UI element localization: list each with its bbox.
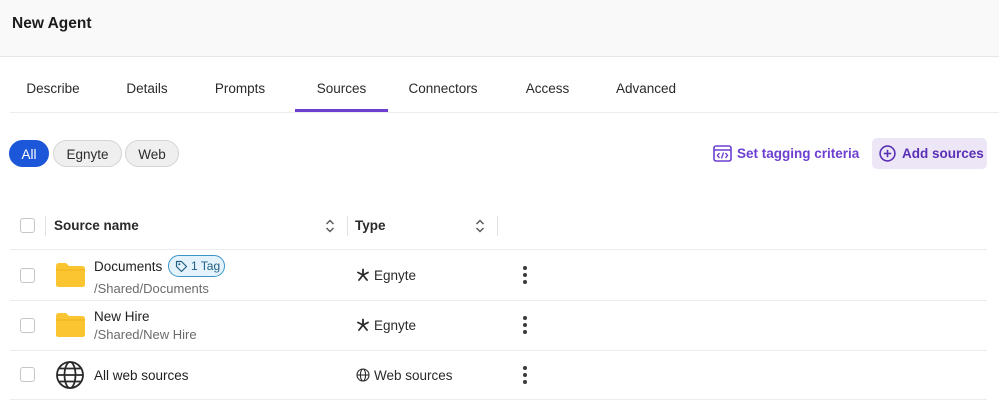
folder-icon — [56, 263, 85, 287]
source-path: /Shared/New Hire — [94, 327, 197, 342]
filter-chip-web[interactable]: Web — [125, 140, 179, 167]
row-menu-icon[interactable] — [521, 266, 529, 286]
filter-chip-all[interactable]: All — [9, 140, 49, 167]
tab-connectors[interactable]: Connectors — [394, 58, 492, 112]
globe-icon — [356, 368, 370, 382]
tab-sources[interactable]: Sources — [295, 58, 388, 112]
sort-icon[interactable] — [325, 218, 335, 234]
add-sources-button[interactable]: Add sources — [872, 138, 987, 169]
tag-badge[interactable]: 1 Tag — [168, 255, 225, 277]
column-divider — [347, 216, 348, 236]
filter-chip-egnyte[interactable]: Egnyte — [53, 140, 122, 167]
tab-details[interactable]: Details — [111, 58, 183, 112]
source-type: Web sources — [374, 368, 453, 383]
row-menu-icon[interactable] — [521, 316, 529, 336]
sort-icon[interactable] — [475, 218, 485, 234]
row-divider — [10, 350, 987, 351]
column-divider — [45, 216, 46, 236]
source-path: /Shared/Documents — [94, 281, 209, 296]
column-divider — [497, 216, 498, 236]
tag-count: 1 Tag — [191, 259, 221, 273]
set-tagging-criteria-button[interactable]: Set tagging criteria — [737, 140, 859, 168]
source-name: All web sources — [94, 368, 189, 383]
row-divider — [10, 399, 987, 400]
row-checkbox[interactable] — [20, 367, 35, 382]
column-header-type[interactable]: Type — [355, 218, 386, 233]
row-divider — [10, 249, 987, 250]
tab-describe[interactable]: Describe — [10, 58, 96, 112]
add-sources-label: Add sources — [902, 146, 984, 161]
egnyte-icon — [357, 318, 369, 331]
source-type: Egnyte — [374, 268, 417, 283]
source-name: Documents — [94, 259, 163, 274]
page-header: New Agent — [0, 0, 999, 57]
page-title: New Agent — [12, 15, 92, 32]
plus-circle-icon — [879, 145, 896, 162]
tab-access[interactable]: Access — [510, 58, 585, 112]
row-menu-icon[interactable] — [521, 366, 529, 386]
code-window-icon[interactable] — [713, 145, 732, 162]
row-checkbox[interactable] — [20, 318, 35, 333]
row-checkbox[interactable] — [20, 268, 35, 283]
tag-icon — [175, 260, 188, 273]
globe-icon — [56, 361, 84, 389]
source-type: Egnyte — [374, 318, 417, 333]
folder-icon — [56, 313, 85, 337]
source-name: New Hire — [94, 309, 150, 324]
egnyte-icon — [357, 268, 369, 281]
row-divider — [10, 300, 987, 301]
column-header-source-name[interactable]: Source name — [54, 218, 139, 233]
tab-prompts[interactable]: Prompts — [201, 58, 279, 112]
tab-advanced[interactable]: Advanced — [602, 58, 690, 112]
select-all-checkbox[interactable] — [20, 218, 35, 233]
tab-bar: Describe Details Prompts Sources Connect… — [10, 58, 999, 113]
